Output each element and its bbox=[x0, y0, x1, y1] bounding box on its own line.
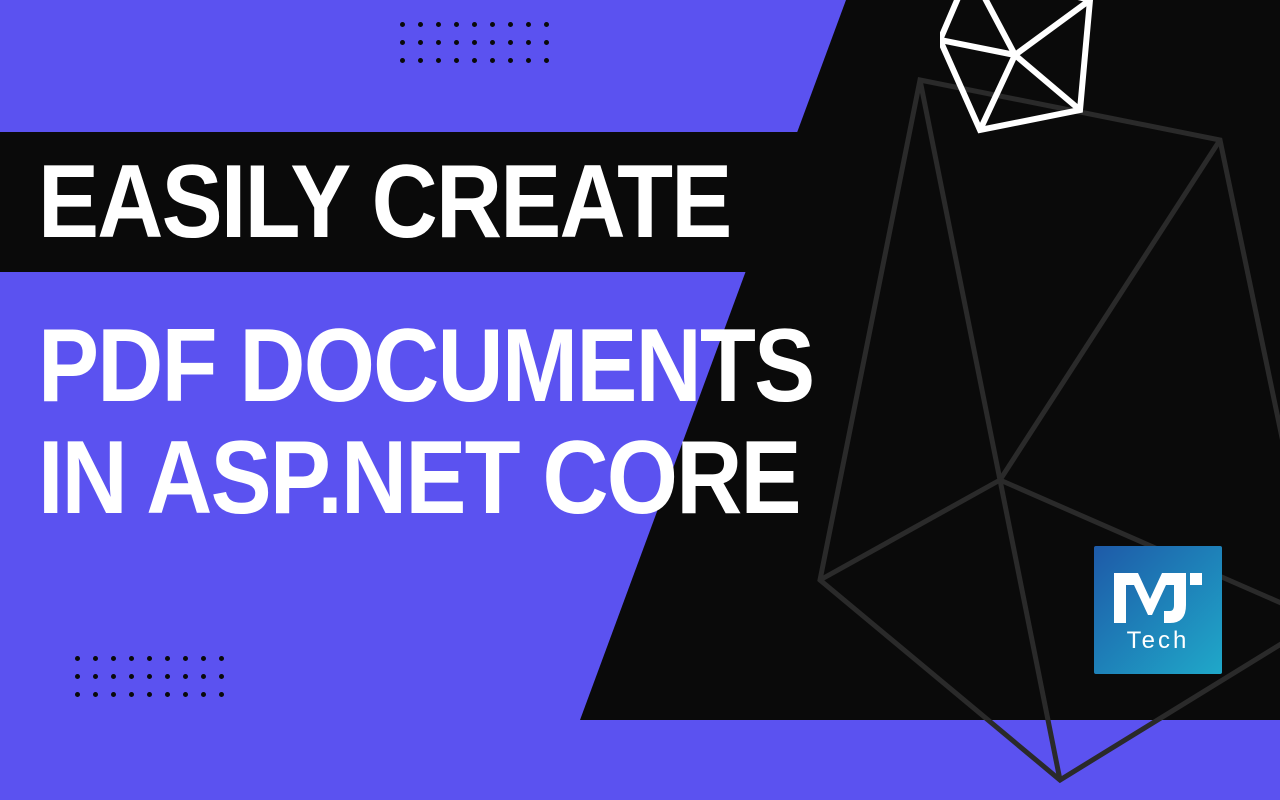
title-line-2: PDF DOCUMENTS bbox=[38, 310, 813, 422]
title-line-3: IN ASP.NET CORE bbox=[38, 422, 813, 534]
logo-subtext: Tech bbox=[1127, 627, 1190, 655]
dot-grid-top-icon bbox=[400, 22, 550, 64]
mj-logo-mark-icon bbox=[1108, 565, 1208, 629]
thumbnail-canvas: EASILY CREATE PDF DOCUMENTS IN ASP.NET C… bbox=[0, 0, 1280, 720]
pentagon-outline-icon bbox=[940, 0, 1100, 140]
title-highlight-bar: EASILY CREATE bbox=[0, 132, 861, 272]
mj-tech-logo: Tech bbox=[1094, 546, 1222, 674]
title-line-1: EASILY CREATE bbox=[38, 150, 731, 254]
dot-grid-bottom-icon bbox=[75, 656, 225, 698]
title-remaining: PDF DOCUMENTS IN ASP.NET CORE bbox=[38, 310, 813, 535]
